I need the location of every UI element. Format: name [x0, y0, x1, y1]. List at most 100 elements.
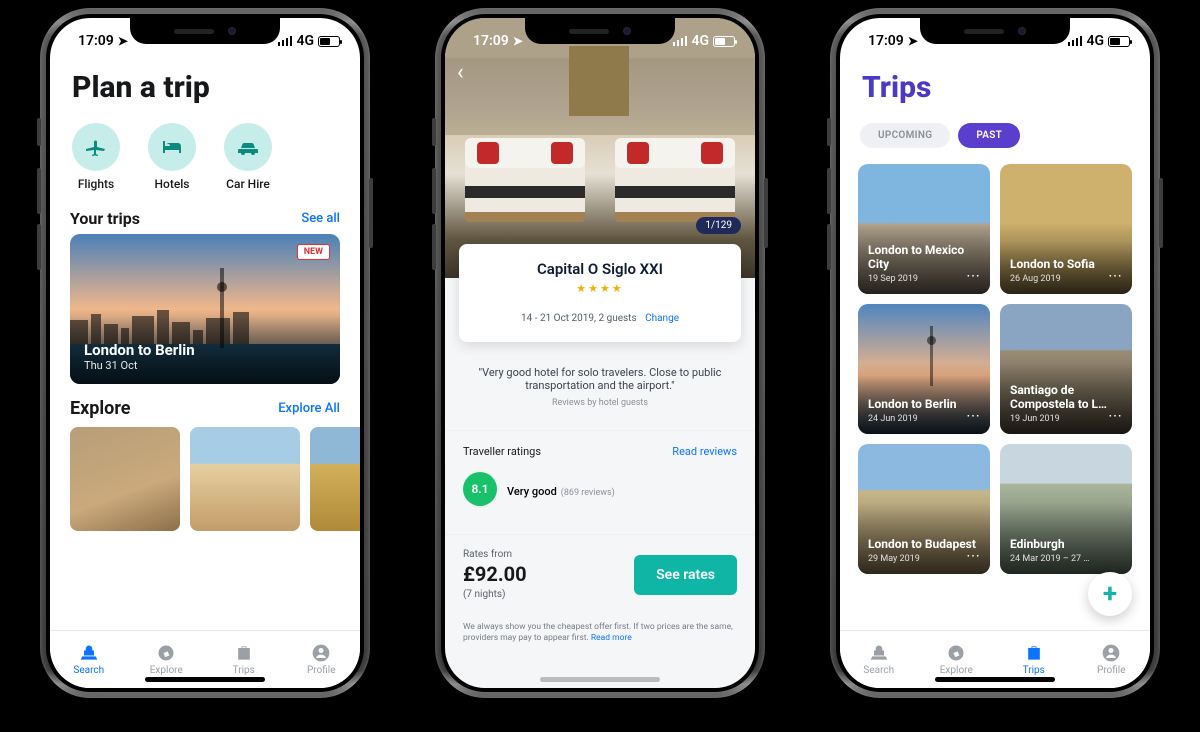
trip-card-title: London to Berlin — [84, 341, 195, 359]
category-flights[interactable]: Flights — [72, 123, 120, 191]
explore-tile[interactable] — [310, 427, 360, 531]
notch — [920, 18, 1070, 44]
add-trip-fab[interactable]: + — [1088, 572, 1132, 616]
trip-tile-title: Santiago de Compostela to L… — [1010, 384, 1122, 412]
signal-icon — [673, 36, 688, 46]
status-time: 17:09 — [868, 33, 904, 49]
trip-tile-date: 26 Aug 2019 — [1010, 274, 1122, 284]
home-indicator[interactable] — [935, 677, 1055, 682]
category-hotels-label: Hotels — [155, 177, 190, 191]
trip-tile-title: London to Mexico City — [868, 244, 980, 272]
trip-tile[interactable]: ⋯ London to Mexico City19 Sep 2019 — [858, 164, 990, 294]
trip-tile-title: London to Budapest — [868, 538, 980, 552]
trip-tile-date: 29 May 2019 — [868, 554, 980, 564]
trip-tile[interactable]: ⋯ London to Sofia26 Aug 2019 — [1000, 164, 1132, 294]
trip-tile[interactable]: ⋯ London to Berlin24 Jun 2019 — [858, 304, 990, 434]
location-icon: ➤ — [908, 34, 918, 48]
status-time: 17:09 — [78, 33, 114, 49]
bed-icon — [148, 123, 196, 171]
back-button[interactable]: ‹ — [457, 60, 464, 85]
compass-icon — [156, 643, 176, 663]
rating-label: Very good — [507, 485, 557, 498]
signal-icon — [278, 36, 293, 46]
category-row: Flights Hotels Car Hire — [50, 119, 360, 209]
change-dates-link[interactable]: Change — [645, 313, 679, 324]
tab-profile[interactable]: Profile — [283, 631, 361, 688]
category-hotels[interactable]: Hotels — [148, 123, 196, 191]
hotel-summary-card: Capital O Siglo XXI ★★★★ 14 - 21 Oct 201… — [459, 244, 741, 342]
hotel-photo[interactable]: 17:09 ➤ 4G ‹ 1/129 — [445, 18, 755, 278]
quote-source: Reviews by hotel guests — [471, 398, 729, 408]
phone-trips: 17:09 ➤ 4G Trips UPCOMING PAST ⋯ London … — [830, 8, 1160, 698]
battery-icon — [318, 36, 340, 47]
trip-tile-title: London to Sofia — [1010, 258, 1122, 272]
page-title: Trips — [840, 58, 1150, 119]
tab-search[interactable]: Search — [50, 631, 128, 688]
photo-count-pill[interactable]: 1/129 — [696, 217, 741, 234]
tab-search[interactable]: Search — [840, 631, 918, 688]
segment-upcoming[interactable]: UPCOMING — [860, 123, 950, 148]
category-flights-label: Flights — [78, 177, 114, 191]
trip-tile[interactable]: Edinburgh 24 Mar 2019 – 27 … — [1000, 444, 1132, 574]
notch — [525, 18, 675, 44]
trip-tile-title: Edinburgh — [1010, 538, 1122, 552]
suitcase-icon — [1024, 643, 1044, 663]
explore-row[interactable] — [50, 419, 360, 531]
your-trips-heading: Your trips — [70, 209, 140, 228]
status-time: 17:09 — [473, 33, 509, 49]
tab-search-label: Search — [73, 665, 104, 676]
tab-profile-label: Profile — [1097, 665, 1126, 676]
trip-tile[interactable]: ⋯ London to Budapest29 May 2019 — [858, 444, 990, 574]
rates-nights: (7 nights) — [463, 589, 527, 600]
tab-profile[interactable]: Profile — [1073, 631, 1151, 688]
explore-heading: Explore — [70, 398, 130, 419]
battery-icon — [713, 36, 735, 47]
read-more-link[interactable]: Read more — [591, 633, 632, 643]
phone-plan-trip: 17:09 ➤ 4G Plan a trip Flights — [40, 8, 370, 698]
profile-icon — [311, 643, 331, 663]
explore-tile[interactable] — [190, 427, 300, 531]
network-label: 4G — [1086, 33, 1104, 49]
trip-tile-date: 24 Mar 2019 – 27 … — [1010, 554, 1122, 564]
tab-trips-label: Trips — [233, 665, 255, 676]
plane-icon — [72, 123, 120, 171]
booking-dates: 14 - 21 Oct 2019, 2 guests — [521, 313, 637, 324]
rates-price: £92.00 — [463, 562, 527, 586]
car-icon — [224, 123, 272, 171]
rates-section: Rates from £92.00 (7 nights) See rates — [445, 534, 755, 614]
explore-tile[interactable] — [70, 427, 180, 531]
tab-profile-label: Profile — [307, 665, 336, 676]
see-all-link[interactable]: See all — [301, 211, 340, 226]
tab-search-label: Search — [863, 665, 894, 676]
segment-past[interactable]: PAST — [958, 123, 1020, 148]
phone-hotel-detail: 17:09 ➤ 4G ‹ 1/129 Capital O Siglo XXI ★… — [435, 8, 765, 698]
suitcase-icon — [234, 643, 254, 663]
trip-tile-date: 24 Jun 2019 — [868, 414, 980, 424]
location-icon: ➤ — [118, 34, 128, 48]
trip-tile-date: 19 Sep 2019 — [868, 274, 980, 284]
trip-tile-date: 19 Jun 2019 — [1010, 414, 1122, 424]
profile-icon — [1101, 643, 1121, 663]
network-label: 4G — [691, 33, 709, 49]
tab-explore-label: Explore — [940, 665, 973, 676]
tab-trips-label: Trips — [1023, 665, 1045, 676]
search-tab-icon — [869, 643, 889, 663]
tab-explore-label: Explore — [150, 665, 183, 676]
rating-count: (869 reviews) — [561, 488, 615, 498]
see-rates-button[interactable]: See rates — [634, 555, 737, 595]
ratings-heading: Traveller ratings — [463, 445, 541, 458]
location-icon: ➤ — [513, 34, 523, 48]
trip-tile-title: London to Berlin — [868, 398, 980, 412]
read-reviews-link[interactable]: Read reviews — [672, 445, 737, 458]
network-label: 4G — [296, 33, 314, 49]
new-badge: NEW — [297, 244, 330, 260]
category-carhire[interactable]: Car Hire — [224, 123, 272, 191]
trip-tile[interactable]: ⋯ Santiago de Compostela to L…19 Jun 201… — [1000, 304, 1132, 434]
trip-card-date: Thu 31 Oct — [84, 359, 195, 372]
home-indicator[interactable] — [540, 677, 660, 682]
explore-all-link[interactable]: Explore All — [278, 401, 340, 416]
ratings-section: Traveller ratings Read reviews 8.1 Very … — [445, 430, 755, 520]
home-indicator[interactable] — [145, 677, 265, 682]
your-trip-card[interactable]: NEW London to Berlin Thu 31 Oct — [70, 234, 340, 384]
hotel-name: Capital O Siglo XXI — [473, 260, 727, 278]
